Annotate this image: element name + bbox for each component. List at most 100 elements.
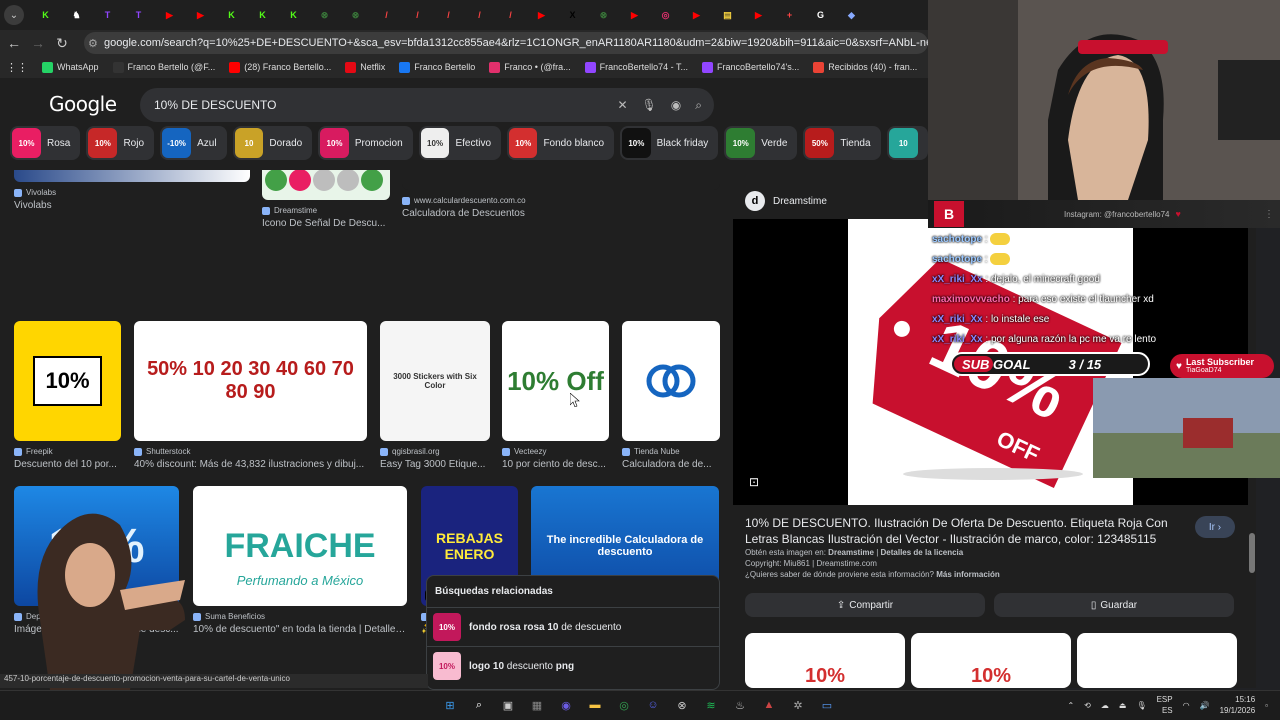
browser-tab[interactable]: / <box>402 2 433 28</box>
share-button[interactable]: ⇪ Compartir <box>745 593 985 617</box>
bookmark-item[interactable]: Franco Bertello (@F... <box>112 61 215 73</box>
browser-tab[interactable]: K <box>247 2 278 28</box>
result-title[interactable]: 40% discount: Más de 43,832 ilustracione… <box>134 459 367 470</box>
chrome-icon[interactable]: ◎ <box>614 695 634 715</box>
windows-icon[interactable]: ⊞ <box>440 695 460 715</box>
forward-button[interactable]: → <box>26 35 50 51</box>
bookmark-item[interactable]: (28) Franco Bertello... <box>229 61 331 73</box>
preview-header[interactable]: d Dreamstime <box>745 191 827 211</box>
browser-tab[interactable]: T <box>92 2 123 28</box>
refinement-chip[interactable]: 10 Dorado <box>232 126 313 160</box>
bookmark-item[interactable]: Netflix <box>345 61 385 73</box>
browser-tab[interactable]: ⊗ <box>588 2 619 28</box>
related-item[interactable]: 10% fondo rosa rosa 10 de descuento <box>427 607 719 646</box>
result-thumbnail[interactable]: 3000 Stickers with Six Color <box>380 321 490 441</box>
image-result[interactable]: 3000 Stickers with Six Color qgisbrasil.o… <box>380 321 490 470</box>
spotify-icon[interactable]: ≋ <box>701 695 721 715</box>
lens-search-icon[interactable]: ⊡ <box>749 475 759 489</box>
image-result[interactable]: 50% 10 20 30 40 60 70 80 90 Shutterstock 4… <box>134 321 367 470</box>
browser-tab[interactable]: / <box>433 2 464 28</box>
volume-icon[interactable]: 🔊 <box>1200 701 1210 710</box>
result-thumbnail[interactable] <box>402 170 720 190</box>
browser-tab[interactable]: / <box>495 2 526 28</box>
similar-image[interactable]: 10% <box>745 633 905 688</box>
steam-icon[interactable]: ♨ <box>730 695 750 715</box>
browser-tab[interactable]: + <box>774 2 805 28</box>
result-title[interactable]: Icono De Señal De Descu... <box>262 218 390 229</box>
tray-app-icon[interactable]: ⟲ <box>1084 701 1091 710</box>
bookmark-item[interactable]: Franco • (@fra... <box>489 61 571 73</box>
clear-icon[interactable]: ✕ <box>617 98 627 113</box>
refinement-chip[interactable]: -10% Azul <box>160 126 227 160</box>
browser-tab[interactable]: ⊗ <box>309 2 340 28</box>
lens-icon[interactable]: ◉ <box>671 98 681 113</box>
refinement-chip[interactable]: 10% Efectivo <box>418 126 502 160</box>
browser-tab[interactable]: ▶ <box>743 2 774 28</box>
related-item[interactable]: 10% logo 10 descuento png <box>427 646 719 685</box>
bookmark-item[interactable]: FrancoBertello74 - T... <box>584 61 688 73</box>
microphone-icon[interactable]: 🎙 <box>642 98 657 113</box>
result-thumbnail[interactable]: 50% 10 20 30 40 60 70 80 90 <box>134 321 367 441</box>
refinement-chip[interactable]: 50% Tienda <box>803 126 881 160</box>
search-box[interactable]: 10% DE DESCUENTO ✕ 🎙 ◉ ⌕ <box>140 88 714 122</box>
browser-tab[interactable]: ▶ <box>185 2 216 28</box>
visit-button[interactable]: Ir › <box>1195 516 1235 538</box>
app-icon[interactable]: ✲ <box>788 695 808 715</box>
back-button[interactable]: ← <box>2 35 26 51</box>
result-title[interactable]: 10 por ciento de desc... <box>502 459 609 470</box>
preview-title[interactable]: 10% DE DESCUENTO. Ilustración De Oferta … <box>745 515 1185 547</box>
browser-tab[interactable]: ▶ <box>619 2 650 28</box>
save-button[interactable]: ▯ Guardar <box>994 593 1234 617</box>
url-field[interactable]: ⚙ google.com/search?q=10%25+DE+DESCUENTO… <box>84 32 928 54</box>
result-thumbnail[interactable] <box>14 170 250 182</box>
google-logo[interactable]: Google <box>49 92 117 116</box>
site-info-icon[interactable]: ⚙ <box>88 37 98 50</box>
browser-tab[interactable]: ◆ <box>836 2 867 28</box>
browser-tab[interactable]: G <box>805 2 836 28</box>
refinement-chip[interactable]: 10% Rosa <box>10 126 81 160</box>
result-thumbnail[interactable]: 10% Off <box>502 321 609 441</box>
result-thumbnail[interactable] <box>262 170 390 200</box>
search-input[interactable]: 10% DE DESCUENTO <box>154 98 276 112</box>
browser-tab[interactable]: ▤ <box>712 2 743 28</box>
xbox-icon[interactable]: ⊗ <box>672 695 692 715</box>
result-thumbnail[interactable] <box>622 321 720 441</box>
image-result[interactable]: 10% Off Vecteezy 10 por ciento de desc... <box>502 321 609 470</box>
image-result[interactable]: Dreamstime Icono De Señal De Descu... <box>262 170 390 229</box>
apps-icon[interactable]: ⋮⋮ <box>6 61 28 74</box>
result-title[interactable]: Easy Tag 3000 Etique... <box>380 459 490 470</box>
browser-tab[interactable]: ⊗ <box>340 2 371 28</box>
discord-icon[interactable]: ☺ <box>643 695 663 715</box>
browser-tab[interactable]: ▶ <box>526 2 557 28</box>
folder-icon[interactable]: ▬ <box>585 695 605 715</box>
image-result[interactable]: FRAICHE Perfumando a México Suma Beneficio… <box>193 486 407 635</box>
browser-tab[interactable]: X <box>557 2 588 28</box>
similar-image[interactable] <box>1077 633 1237 688</box>
language-indicator[interactable]: ESP ES <box>1157 694 1173 716</box>
taskview-icon[interactable]: ▣ <box>498 695 518 715</box>
refinement-chip[interactable]: 10 <box>886 126 928 160</box>
more-info-link[interactable]: Más información <box>936 570 1000 579</box>
refinement-chip[interactable]: 10% Verde <box>724 126 798 160</box>
result-title[interactable]: Calculadora de de... <box>622 459 720 470</box>
bookmark-item[interactable]: WhatsApp <box>42 61 99 73</box>
refinement-chip[interactable]: 10% Rojo <box>86 126 155 160</box>
browser-tab[interactable]: T <box>123 2 154 28</box>
obs-icon[interactable]: ◉ <box>556 695 576 715</box>
browser-tab[interactable]: ◎ <box>650 2 681 28</box>
refinement-chip[interactable]: 10% Fondo blanco <box>507 126 615 160</box>
image-result[interactable]: www.calculardescuento.com.co Calculadora … <box>402 170 720 219</box>
launcher-icon[interactable]: ▲ <box>759 695 779 715</box>
bookmark-item[interactable]: Recibidos (40) - fran... <box>813 61 917 73</box>
monitor-icon[interactable]: ▭ <box>817 695 837 715</box>
scrollbar-thumb[interactable] <box>1249 533 1255 573</box>
result-thumbnail[interactable]: 10% <box>14 321 121 441</box>
clock[interactable]: 15:16 19/1/2026 <box>1220 694 1256 716</box>
wifi-icon[interactable]: ◠ <box>1183 701 1190 710</box>
result-title[interactable]: 10% de descuento" en toda la tienda | De… <box>193 624 407 635</box>
search-icon[interactable]: ⌕ <box>695 98 702 113</box>
image-result[interactable]: Tienda Nube Calculadora de de... <box>622 321 720 470</box>
refinement-chip[interactable]: 10% Black friday <box>620 126 719 160</box>
result-thumbnail[interactable]: FRAICHE Perfumando a México <box>193 486 407 606</box>
browser-tab[interactable]: / <box>464 2 495 28</box>
